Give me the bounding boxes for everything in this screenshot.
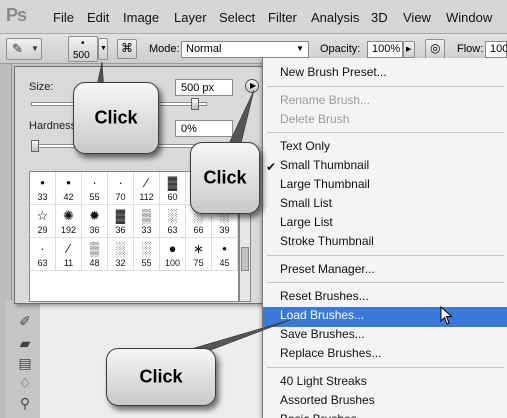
callout-click-load-brushes: Click [106, 348, 216, 406]
callout-text: Click [203, 167, 247, 188]
callout-text: Click [139, 366, 183, 387]
callout-click-panel-menu: Click [190, 142, 260, 214]
callout-text: Click [94, 107, 138, 128]
callout-click-brush-picker: Click [73, 82, 159, 154]
